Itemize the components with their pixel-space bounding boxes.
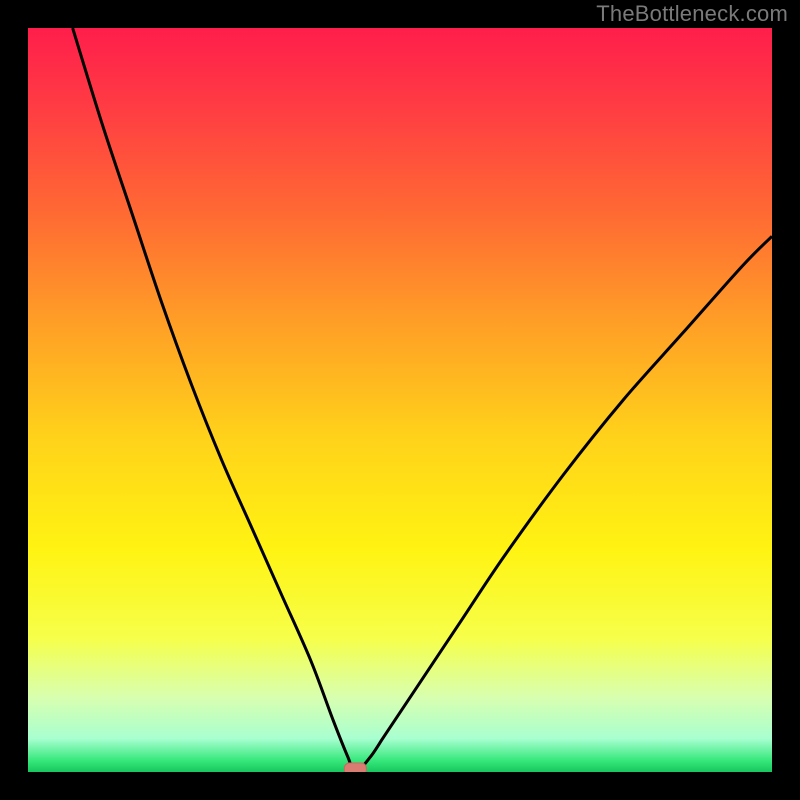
bottleneck-chart	[28, 28, 772, 772]
plot-area	[28, 28, 772, 772]
optimum-marker	[344, 763, 366, 772]
watermark-text: TheBottleneck.com	[596, 1, 788, 27]
chart-frame: TheBottleneck.com	[0, 0, 800, 800]
gradient-background	[28, 28, 772, 772]
